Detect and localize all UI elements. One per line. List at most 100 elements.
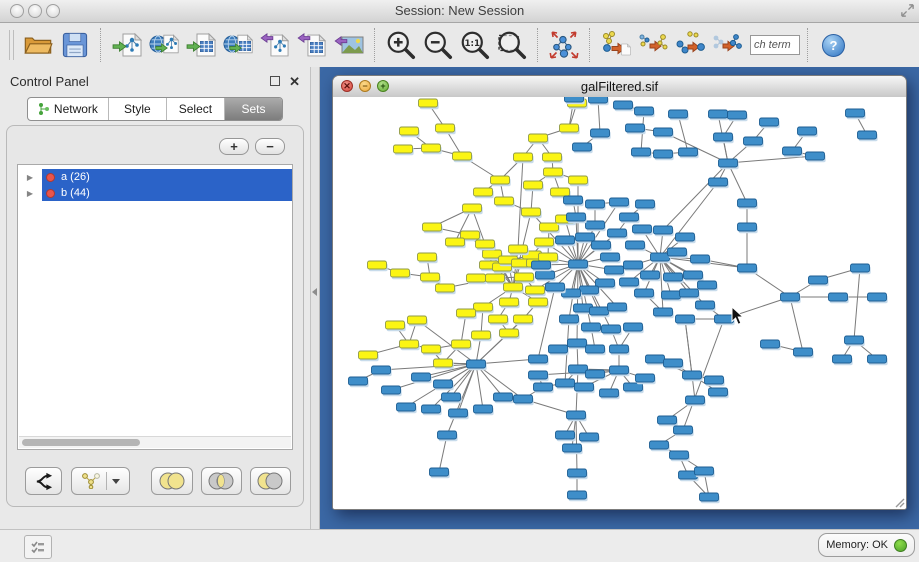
graph-node[interactable] bbox=[569, 365, 588, 373]
graph-node[interactable] bbox=[452, 340, 471, 348]
graph-node[interactable] bbox=[651, 253, 670, 261]
graph-node[interactable] bbox=[858, 131, 877, 139]
graph-node[interactable] bbox=[591, 129, 610, 137]
graph-node[interactable] bbox=[359, 351, 378, 359]
graph-node[interactable] bbox=[467, 360, 486, 368]
graph-node[interactable] bbox=[668, 248, 687, 256]
graph-node[interactable] bbox=[650, 441, 669, 449]
graph-node[interactable] bbox=[391, 269, 410, 277]
export-image-button[interactable] bbox=[331, 26, 367, 64]
graph-node[interactable] bbox=[635, 107, 654, 115]
graph-node[interactable] bbox=[522, 208, 541, 216]
network-from-selected-nodes-button[interactable] bbox=[672, 26, 708, 64]
graph-node[interactable] bbox=[494, 393, 513, 401]
graph-node[interactable] bbox=[576, 233, 595, 241]
graph-node[interactable] bbox=[641, 271, 660, 279]
graph-node[interactable] bbox=[829, 293, 848, 301]
intersect-sets-button[interactable] bbox=[201, 467, 242, 495]
graph-node[interactable] bbox=[610, 198, 629, 206]
graph-node[interactable] bbox=[626, 241, 645, 249]
graph-node[interactable] bbox=[549, 345, 568, 353]
graph-node[interactable] bbox=[565, 97, 584, 102]
graph-node[interactable] bbox=[453, 152, 472, 160]
graph-node[interactable] bbox=[670, 451, 689, 459]
graph-node[interactable] bbox=[596, 279, 615, 287]
export-table-button[interactable] bbox=[294, 26, 330, 64]
union-sets-button[interactable] bbox=[151, 467, 192, 495]
graph-node[interactable] bbox=[504, 283, 523, 291]
graph-node[interactable] bbox=[500, 329, 519, 337]
graph-node[interactable] bbox=[580, 433, 599, 441]
graph-node[interactable] bbox=[833, 355, 852, 363]
graph-node[interactable] bbox=[635, 289, 654, 297]
graph-node[interactable] bbox=[382, 386, 401, 394]
graph-node[interactable] bbox=[514, 395, 533, 403]
graph-node[interactable] bbox=[422, 405, 441, 413]
graph-node[interactable] bbox=[719, 159, 738, 167]
panel-splitter[interactable] bbox=[311, 67, 320, 530]
graph-node[interactable] bbox=[534, 383, 553, 391]
graph-node[interactable] bbox=[529, 134, 548, 142]
network-window[interactable]: ✕−+ galFiltered.sif bbox=[332, 75, 907, 510]
graph-node[interactable] bbox=[556, 431, 575, 439]
graph-node[interactable] bbox=[372, 366, 391, 374]
graph-node[interactable] bbox=[569, 176, 588, 184]
graph-edge[interactable] bbox=[663, 163, 728, 230]
import-network-from-file-button[interactable] bbox=[109, 26, 145, 64]
graph-node[interactable] bbox=[709, 178, 728, 186]
import-table-from-file-button[interactable] bbox=[183, 26, 219, 64]
graph-node[interactable] bbox=[654, 308, 673, 316]
graph-node[interactable] bbox=[608, 303, 627, 311]
graph-node[interactable] bbox=[442, 393, 461, 401]
graph-node[interactable] bbox=[575, 383, 594, 391]
graph-node[interactable] bbox=[495, 197, 514, 205]
graph-edge[interactable] bbox=[728, 156, 815, 163]
zoom-in-button[interactable] bbox=[383, 26, 419, 64]
graph-node[interactable] bbox=[573, 143, 592, 151]
graph-node[interactable] bbox=[605, 266, 624, 274]
graph-node[interactable] bbox=[586, 345, 605, 353]
set-row[interactable]: ▶a (26) bbox=[18, 169, 292, 185]
graph-node[interactable] bbox=[514, 315, 533, 323]
set-row[interactable]: ▶b (44) bbox=[18, 185, 292, 201]
graph-node[interactable] bbox=[556, 379, 575, 387]
graph-node[interactable] bbox=[567, 213, 586, 221]
network-canvas[interactable] bbox=[333, 97, 906, 509]
graph-node[interactable] bbox=[544, 168, 563, 176]
graph-node[interactable] bbox=[626, 124, 645, 132]
graph-node[interactable] bbox=[695, 467, 714, 475]
graph-node[interactable] bbox=[679, 148, 698, 156]
graph-node[interactable] bbox=[674, 426, 693, 434]
add-set-button[interactable]: + bbox=[219, 138, 249, 155]
fit-content-button[interactable] bbox=[546, 26, 582, 64]
graph-node[interactable] bbox=[686, 396, 705, 404]
graph-node[interactable] bbox=[728, 111, 747, 119]
graph-node[interactable] bbox=[526, 286, 545, 294]
graph-node[interactable] bbox=[680, 289, 699, 297]
graph-node[interactable] bbox=[568, 339, 587, 347]
expander-triangle-icon[interactable]: ▶ bbox=[18, 189, 42, 198]
graph-node[interactable] bbox=[540, 223, 559, 231]
graph-node[interactable] bbox=[760, 118, 779, 126]
tab-style[interactable]: Style bbox=[108, 98, 166, 120]
graph-node[interactable] bbox=[624, 261, 643, 269]
graph-node[interactable] bbox=[539, 253, 558, 261]
graph-node[interactable] bbox=[620, 278, 639, 286]
graph-node[interactable] bbox=[761, 340, 780, 348]
graph-node[interactable] bbox=[535, 238, 554, 246]
graph-node[interactable] bbox=[474, 188, 493, 196]
graph-node[interactable] bbox=[569, 260, 588, 268]
chevron-down-icon[interactable] bbox=[112, 479, 120, 484]
graph-edge[interactable] bbox=[685, 319, 692, 375]
graph-node[interactable] bbox=[543, 153, 562, 161]
graph-node[interactable] bbox=[614, 101, 633, 109]
graph-node[interactable] bbox=[397, 403, 416, 411]
split-set-button[interactable] bbox=[25, 467, 62, 495]
graph-node[interactable] bbox=[386, 321, 405, 329]
graph-node[interactable] bbox=[349, 377, 368, 385]
graph-node[interactable] bbox=[546, 283, 565, 291]
graph-edge[interactable] bbox=[660, 182, 718, 257]
scrollbar-thumb[interactable] bbox=[22, 439, 140, 446]
graph-node[interactable] bbox=[662, 291, 681, 299]
graph-node[interactable] bbox=[394, 145, 413, 153]
